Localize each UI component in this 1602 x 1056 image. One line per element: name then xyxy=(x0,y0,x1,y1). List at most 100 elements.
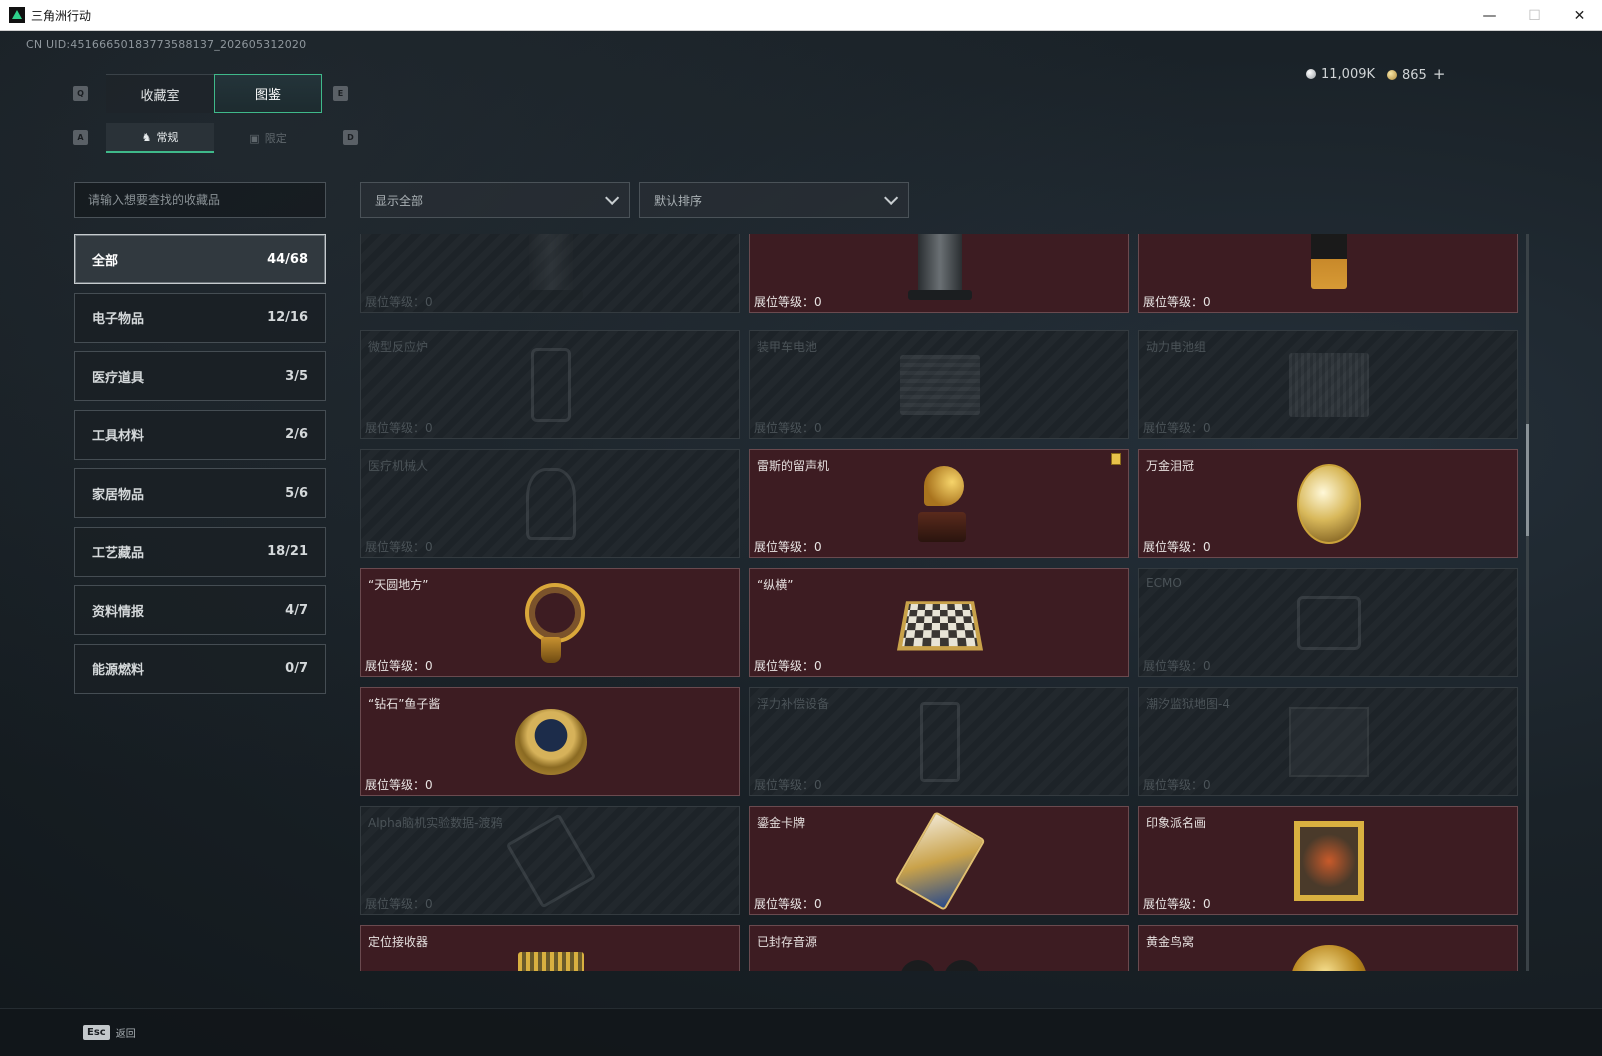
item-level: 展位等级：0 xyxy=(1143,657,1211,674)
category-item[interactable]: 电子物品 12/16 xyxy=(74,292,326,343)
ecmo-icon xyxy=(1297,596,1361,650)
item-name: 定位接收器 xyxy=(368,935,429,949)
item-name: “天圆地方” xyxy=(368,578,429,592)
collection-card[interactable]: 万金泪冠 展位等级：0 xyxy=(1138,449,1518,558)
category-item[interactable]: 医疗道具 3/5 xyxy=(74,351,326,401)
collection-card[interactable]: 鎏金卡牌 展位等级：0 xyxy=(749,806,1129,915)
item-level: 展位等级：0 xyxy=(365,657,433,674)
category-count: 3/5 xyxy=(285,368,308,384)
category-item[interactable]: 能源燃料 0/7 xyxy=(74,643,326,694)
subtab-limited[interactable]: ▣ 限定 xyxy=(214,123,322,153)
item-name: 医疗机械人 xyxy=(368,459,429,473)
level-value: 0 xyxy=(425,659,433,673)
item-name: 鎏金卡牌 xyxy=(757,816,806,830)
collection-card[interactable]: 雷斯的留声机 展位等级：0 xyxy=(749,449,1129,558)
collection-card[interactable]: Alpha脑机实验数据-渡鸦 展位等级：0 xyxy=(360,806,740,915)
level-label: 展位等级： xyxy=(1143,659,1204,673)
level-label: 展位等级： xyxy=(754,295,815,309)
item-level: 展位等级：0 xyxy=(754,657,822,674)
level-value: 0 xyxy=(425,897,433,911)
collection-card[interactable]: 黄金鸟窝 xyxy=(1138,925,1518,971)
level-label: 展位等级： xyxy=(365,659,426,673)
window-title: 三角洲行动 xyxy=(31,8,92,23)
category-item[interactable]: 家居物品 5/6 xyxy=(74,468,326,518)
subtab-regular[interactable]: ♞ 常规 xyxy=(106,123,214,153)
item-image xyxy=(896,581,984,665)
item-level: 展位等级：0 xyxy=(365,895,433,912)
key-hint-d: D xyxy=(343,130,358,145)
scrollbar-thumb[interactable] xyxy=(1526,424,1529,536)
item-image xyxy=(900,700,980,784)
item-image xyxy=(1289,343,1369,427)
category-label: 医疗道具 xyxy=(92,370,145,386)
item-name: “钻石”鱼子酱 xyxy=(368,697,441,711)
level-value: 0 xyxy=(1203,421,1211,435)
collection-card[interactable]: 微型反应炉展位等级：0 xyxy=(360,330,740,439)
machine-icon xyxy=(519,234,583,300)
level-value: 0 xyxy=(1203,778,1211,792)
item-name: 潮汐监狱地图-4 xyxy=(1146,697,1230,711)
item-level: 展位等级：0 xyxy=(1143,538,1211,555)
key-hint-q: Q xyxy=(73,86,88,101)
grid-scrollbar[interactable] xyxy=(1526,234,1529,971)
card-icon xyxy=(894,810,986,912)
uid-label: CN UID:4516665018377358813​7_20260531202… xyxy=(26,38,307,51)
collection-card[interactable]: 定位接收器 xyxy=(360,925,740,971)
item-image xyxy=(511,234,591,301)
category-item[interactable]: 工艺藏品 18/21 xyxy=(74,526,326,577)
item-name: 装甲车电池 xyxy=(757,340,818,354)
level-value: 0 xyxy=(425,540,433,554)
search-box xyxy=(74,182,326,218)
collection-card[interactable]: 动力电池组 展位等级：0 xyxy=(1138,330,1518,439)
tab-collection-room[interactable]: 收藏室 xyxy=(106,74,214,113)
item-level: 展位等级：0 xyxy=(365,419,433,436)
category-label: 资料情报 xyxy=(92,604,145,620)
add-currency-button[interactable]: + xyxy=(1433,65,1446,83)
collection-card[interactable]: 潮汐监狱地图-4 展位等级：0 xyxy=(1138,687,1518,796)
item-name: 雷斯的留声机 xyxy=(757,459,830,473)
item-name: 微型反应炉 xyxy=(368,340,429,354)
item-level: 展位等级：0 xyxy=(754,776,822,793)
level-label: 展位等级： xyxy=(1143,897,1204,911)
level-label: 展位等级： xyxy=(365,897,426,911)
collection-card[interactable]: ECMO 展位等级：0 xyxy=(1138,568,1518,677)
item-image xyxy=(1289,581,1369,665)
item-image xyxy=(900,938,980,971)
category-item[interactable]: 资料情报 4/7 xyxy=(74,585,326,635)
category-item[interactable]: 全部 44/68 xyxy=(74,234,326,284)
sort-dropdown[interactable]: 默认排序 xyxy=(639,182,909,218)
search-input[interactable] xyxy=(88,193,312,207)
category-count: 5/6 xyxy=(285,485,308,501)
collection-card[interactable]: 印象派名画 展位等级：0 xyxy=(1138,806,1518,915)
category-count: 2/6 xyxy=(285,427,308,442)
item-name: ECMO xyxy=(1146,576,1182,590)
collection-card[interactable]: 浮力补偿设备 展位等级：0 xyxy=(749,687,1129,796)
level-label: 展位等级： xyxy=(1143,778,1204,792)
tab-codex[interactable]: 图鉴 xyxy=(214,74,322,113)
gold-balance: 865 + xyxy=(1387,65,1445,83)
collection-card[interactable]: 医疗机械人 展位等级：0 xyxy=(360,449,740,558)
level-value: 0 xyxy=(814,295,822,309)
collection-card[interactable]: “钻石”鱼子酱 展位等级：0 xyxy=(360,687,740,796)
collection-card[interactable]: 展位等级：0 xyxy=(749,234,1129,313)
level-label: 展位等级： xyxy=(754,778,815,792)
level-value: 0 xyxy=(1203,540,1211,554)
data-icon xyxy=(505,813,597,909)
collection-card[interactable]: 展位等级：0 xyxy=(360,234,740,313)
back-label: 返回 xyxy=(115,1029,136,1040)
close-button[interactable]: ✕ xyxy=(1557,0,1602,31)
collection-grid: 展位等级：0 展位等级：0 展位等级：0 微型反应炉 展位等级：0 装甲车电池 展位等级：0… xyxy=(360,234,1523,971)
maximize-button[interactable]: ☐ xyxy=(1512,0,1557,31)
back-button[interactable]: Esc 返回 xyxy=(83,1025,136,1040)
collection-card[interactable]: 装甲车电池 展位等级：0 xyxy=(749,330,1129,439)
item-level: 展位等级：0 xyxy=(1143,776,1211,793)
collection-card[interactable]: “纵横” 展位等级：0 xyxy=(749,568,1129,677)
key-hint-a: A xyxy=(73,130,88,145)
minimize-button[interactable]: — xyxy=(1467,0,1512,31)
collection-card[interactable]: 已封存音源 xyxy=(749,925,1129,971)
item-level: 展位等级：0 xyxy=(1143,293,1211,310)
category-item[interactable]: 工具材料 2/6 xyxy=(74,409,326,460)
collection-card[interactable]: “天圆地方” 展位等级：0 xyxy=(360,568,740,677)
collection-card[interactable]: 展位等级：0 xyxy=(1138,234,1518,313)
filter-dropdown[interactable]: 显示全部 xyxy=(360,182,630,218)
